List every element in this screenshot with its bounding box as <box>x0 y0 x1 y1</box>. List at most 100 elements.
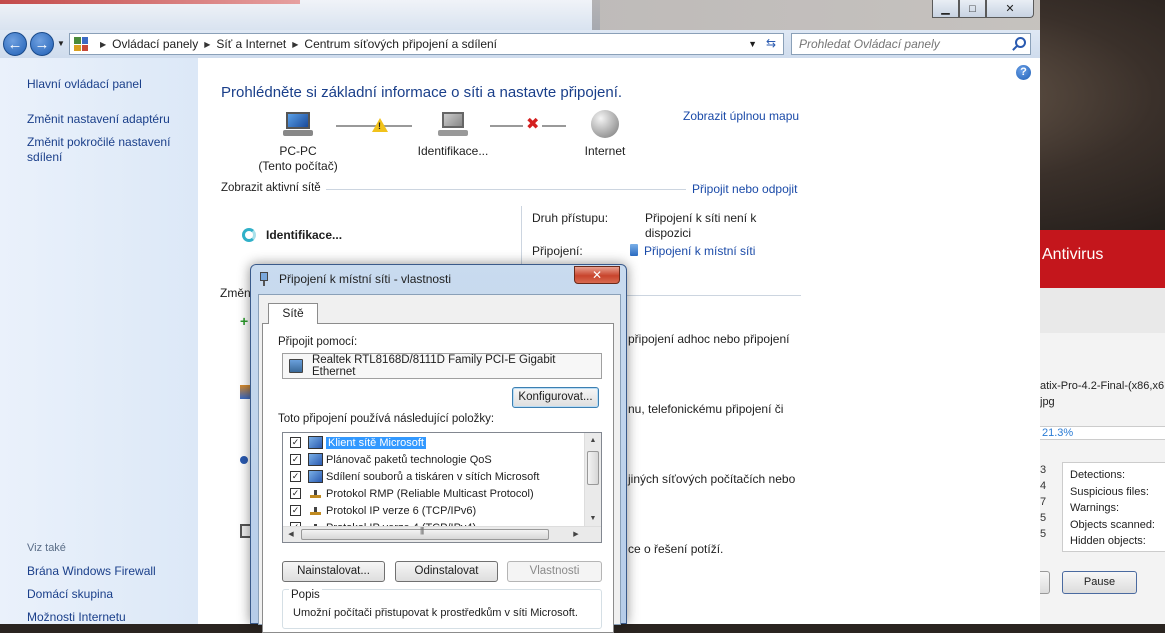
change-settings-heading: Změn <box>220 286 251 300</box>
link-windows-firewall[interactable]: Brána Windows Firewall <box>27 564 156 579</box>
scroll-left-icon[interactable]: ◀ <box>283 527 299 542</box>
link-change-adapter-settings[interactable]: Změnit nastavení adaptéru <box>27 112 170 127</box>
antivirus-progress-text: 21.3% <box>1042 427 1074 439</box>
breadcrumb-arrow-icon[interactable]: ▶ <box>292 40 298 49</box>
scroll-thumb[interactable] <box>587 451 599 485</box>
connection-properties-dialog: Připojení k místní síti - vlastnosti ✕ S… <box>250 264 627 633</box>
map-node-this-pc[interactable]: PC-PC (Tento počítač) <box>248 110 348 174</box>
adapter-field: Realtek RTL8168D/8111D Family PCI-E Giga… <box>282 353 602 379</box>
maximize-button[interactable]: □ <box>959 0 986 18</box>
connections-value[interactable]: Připojení k místní síti <box>630 244 785 259</box>
properties-button[interactable]: Vlastnosti <box>507 561 602 582</box>
list-item[interactable]: ✓ Protokol IP verze 6 (TCP/IPv6) <box>283 502 583 519</box>
back-button[interactable]: ← <box>3 32 27 56</box>
uninstall-button[interactable]: Odinstalovat <box>395 561 498 582</box>
task-homegroup-text[interactable]: jiných síťových počítačích nebo <box>628 472 803 487</box>
recent-pages-dropdown[interactable]: ▼ <box>57 39 65 48</box>
address-dropdown-icon[interactable]: ▼ <box>748 39 757 49</box>
task-pane: Hlavní ovládací panel Změnit nastavení a… <box>0 58 198 624</box>
list-item[interactable]: ✓ Plánovač paketů technologie QoS <box>283 451 583 468</box>
configure-button[interactable]: Konfigurovat... <box>512 387 599 408</box>
list-item[interactable]: ✓ Protokol RMP (Reliable Multicast Proto… <box>283 485 583 502</box>
antivirus-header: Antivirus <box>1040 230 1165 288</box>
network-name: Identifikace... <box>266 228 343 242</box>
description-title: Popis <box>289 589 322 601</box>
map-node-identifying-network[interactable]: Identifikace... <box>403 110 503 159</box>
antivirus-pause-button[interactable]: Pause <box>1062 571 1137 594</box>
link-advanced-sharing-settings[interactable]: Změnit pokročilé nastavení sdílení <box>27 135 187 165</box>
scroll-down-icon[interactable]: ▼ <box>585 511 601 527</box>
link-internet-options[interactable]: Možnosti Internetu <box>27 610 126 625</box>
list-item[interactable]: ✓ Sdílení souborů a tiskáren v sítích Mi… <box>283 468 583 485</box>
arrow-right-icon: → <box>34 35 50 53</box>
see-full-map-link[interactable]: Zobrazit úplnou mapu <box>683 109 799 123</box>
search-icon[interactable] <box>1015 37 1026 48</box>
install-button[interactable]: Nainstalovat... <box>282 561 385 582</box>
local-connection-link[interactable]: Připojení k místní síti <box>644 244 755 258</box>
breadcrumb-network-center[interactable]: Centrum síťových připojení a sdílení <box>304 37 497 51</box>
breadcrumb-arrow-icon[interactable]: ▶ <box>100 40 106 49</box>
forward-button[interactable]: → <box>30 32 54 56</box>
network-adapter-icon <box>630 244 638 256</box>
address-bar[interactable]: ▶ Ovládací panely ▶ Síť a Internet ▶ Cen… <box>69 33 784 55</box>
item-checkbox[interactable]: ✓ <box>290 488 301 499</box>
homegroup-icon[interactable] <box>240 456 248 464</box>
antivirus-partial-button[interactable] <box>1040 571 1050 594</box>
item-label: Plánovač paketů technologie QoS <box>326 453 492 466</box>
map-node-internet[interactable]: Internet <box>555 110 655 159</box>
breadcrumb-control-panel[interactable]: Ovládací panely <box>112 37 198 51</box>
close-button[interactable]: ✕ <box>986 0 1034 18</box>
item-checkbox[interactable]: ✓ <box>290 505 301 516</box>
vertical-scrollbar[interactable]: ▲ ▼ <box>584 433 601 527</box>
task-connect-network-text[interactable]: nu, telefonickému připojení či <box>628 402 803 417</box>
warning-icon[interactable]: ! <box>372 118 388 132</box>
item-checkbox[interactable]: ✓ <box>290 454 301 465</box>
network-client-icon <box>308 436 323 449</box>
antivirus-current-file: atix-Pro-4.2-Final-(x86,x6 jpg <box>1040 378 1164 410</box>
antivirus-left-values: 3 4 7 5 5 <box>1040 462 1050 542</box>
minimize-button[interactable]: ▁ <box>932 0 959 18</box>
item-checkbox[interactable]: ✓ <box>290 471 301 482</box>
connect-disconnect-link[interactable]: Připojit nebo odpojit <box>692 182 797 196</box>
antivirus-stat-label: Suspicious files: <box>1070 485 1149 498</box>
access-type-label: Druh přístupu: <box>532 211 609 225</box>
adapter-name: Realtek RTL8168D/8111D Family PCI-E Giga… <box>311 354 556 378</box>
dialog-title: Připojení k místní síti - vlastnosti <box>279 272 452 286</box>
dialog-close-button[interactable]: ✕ <box>574 266 620 284</box>
refresh-icon[interactable]: ⇆ <box>762 36 780 52</box>
disconnected-x-icon[interactable]: ✖ <box>523 116 543 134</box>
description-group: Popis Umožní počítači přistupovat k pros… <box>282 589 602 629</box>
horizontal-scrollbar[interactable]: ◀ ||| ▶ <box>283 526 601 542</box>
close-icon: ✕ <box>591 268 603 282</box>
window-titlebar <box>0 0 600 30</box>
protocol-icon <box>308 504 323 517</box>
connect-using-label: Připojit pomocí: <box>278 336 358 348</box>
network-icon <box>436 110 470 140</box>
link-homegroup[interactable]: Domácí skupina <box>27 587 113 602</box>
antivirus-value: 3 <box>1040 464 1047 476</box>
help-icon[interactable]: ? <box>1016 65 1031 80</box>
task-setup-connection-text[interactable]: připojení adhoc nebo připojení <box>628 332 803 347</box>
link-control-panel-home[interactable]: Hlavní ovládací panel <box>27 77 142 92</box>
scroll-right-icon[interactable]: ▶ <box>568 527 584 542</box>
item-checkbox[interactable]: ✓ <box>290 437 301 448</box>
computer-icon <box>281 110 315 140</box>
scroll-up-icon[interactable]: ▲ <box>585 433 601 449</box>
task-troubleshoot-text[interactable]: ce o řešení potíží. <box>628 542 803 557</box>
pc-name: PC-PC <box>279 144 317 158</box>
antivirus-band <box>1040 288 1165 333</box>
breadcrumb-arrow-icon[interactable]: ▶ <box>204 40 210 49</box>
network-node-label: Identifikace... <box>417 144 489 158</box>
item-label: Protokol IP verze 6 (TCP/IPv6) <box>326 504 477 517</box>
qos-icon <box>308 453 323 466</box>
antivirus-value: 7 <box>1040 496 1047 508</box>
tab-networking[interactable]: Sítě <box>268 303 318 324</box>
list-item[interactable]: ✓ Klient sítě Microsoft <box>283 434 583 451</box>
search-input[interactable] <box>797 36 1012 52</box>
item-label: Sdílení souborů a tiskáren v sítích Micr… <box>326 470 540 483</box>
breadcrumb-network-internet[interactable]: Síť a Internet <box>216 37 286 51</box>
page-title: Prohlédněte si základní informace o síti… <box>221 84 623 101</box>
globe-icon <box>588 110 622 140</box>
items-list[interactable]: ✓ Klient sítě Microsoft ✓ Plánovač paket… <box>282 432 602 543</box>
scroll-thumb[interactable]: ||| <box>301 526 549 540</box>
